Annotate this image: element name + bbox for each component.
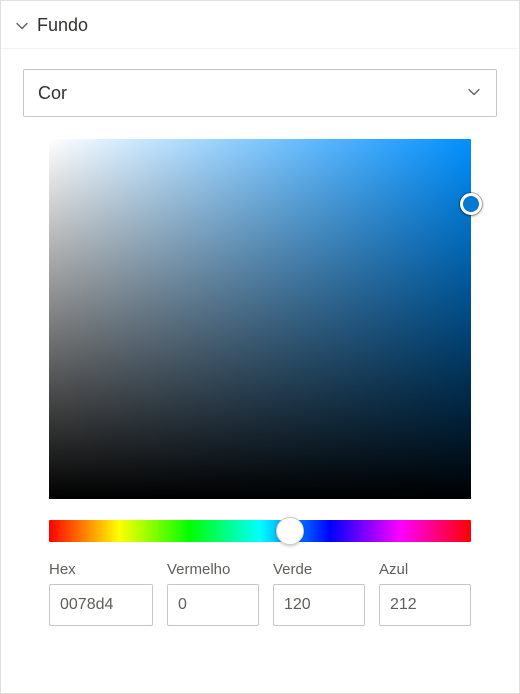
blue-input[interactable] [379,584,471,626]
hue-track [49,520,471,542]
dropdown-selected-label: Cor [38,83,466,104]
green-input[interactable] [273,584,365,626]
blue-label: Azul [379,561,471,578]
hue-thumb[interactable] [276,517,304,545]
hex-input[interactable] [49,584,153,626]
red-label: Vermelho [167,561,259,578]
hue-slider[interactable] [49,519,471,543]
hex-label: Hex [49,561,153,578]
fill-type-dropdown[interactable]: Cor [23,69,497,117]
section-header[interactable]: Fundo [1,1,519,49]
red-input[interactable] [167,584,259,626]
color-fields: Hex Vermelho Verde Azul [49,561,471,626]
red-field: Vermelho [167,561,259,626]
chevron-down-icon [466,84,482,103]
hex-field: Hex [49,561,153,626]
sv-thumb[interactable] [460,193,482,215]
green-label: Verde [273,561,365,578]
blue-field: Azul [379,561,471,626]
section-title: Fundo [37,15,88,36]
section-content: Cor Hex Vermelho Verde [1,49,519,648]
saturation-value-panel[interactable] [49,139,471,499]
chevron-down-icon [15,19,29,33]
green-field: Verde [273,561,365,626]
color-picker: Hex Vermelho Verde Azul [23,117,497,626]
